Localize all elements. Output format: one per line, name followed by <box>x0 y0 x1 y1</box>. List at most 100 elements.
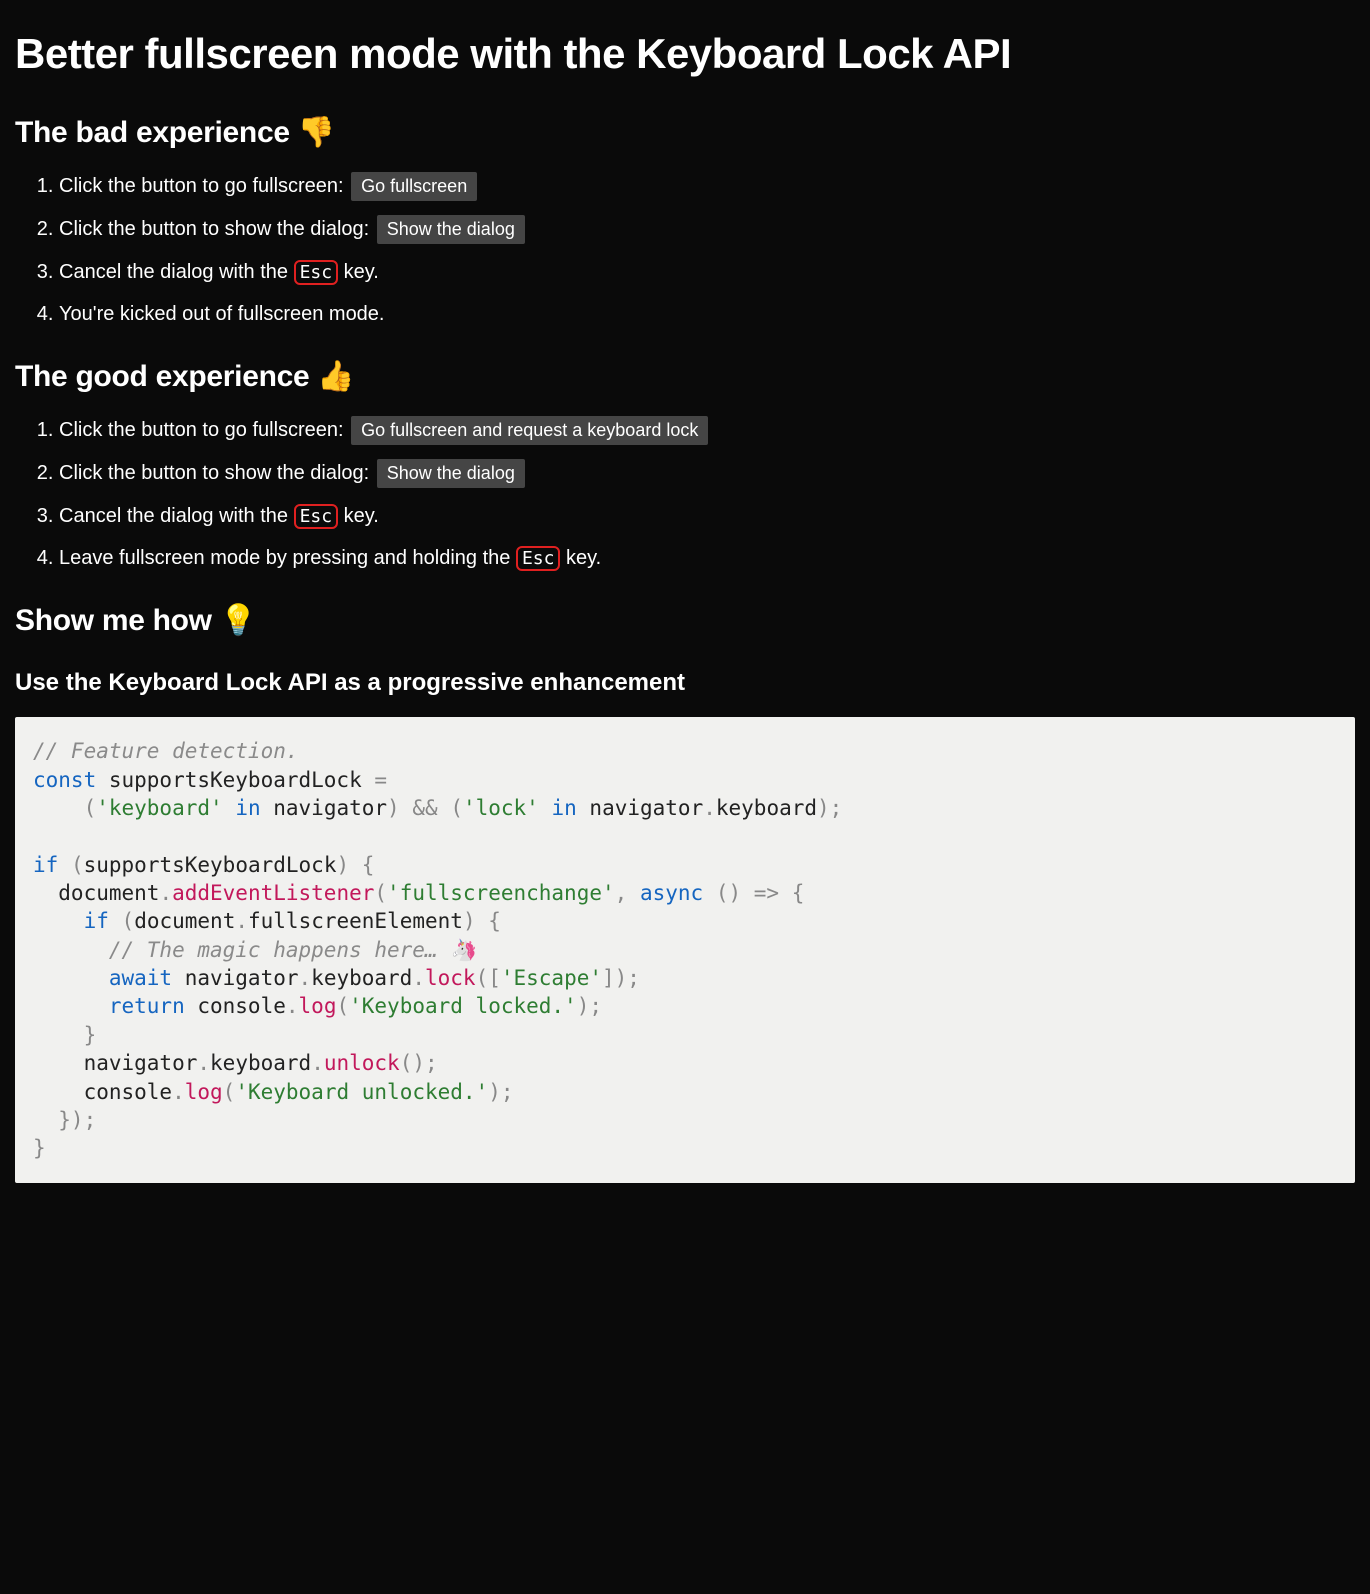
code-token: () <box>716 881 741 905</box>
code-token: 'fullscreenchange' <box>387 881 615 905</box>
show-dialog-button[interactable]: Show the dialog <box>377 459 525 488</box>
go-fullscreen-button[interactable]: Go fullscreen <box>351 172 477 201</box>
list-item: Click the button to show the dialog: Sho… <box>59 459 1355 488</box>
code-token: ( <box>122 909 135 933</box>
code-token: unlock <box>324 1051 400 1075</box>
code-token: ( <box>374 881 387 905</box>
code-comment: // The magic happens here… 🦄 <box>33 938 476 962</box>
bad-experience-heading: The bad experience 👎 <box>15 112 1355 154</box>
code-token: . <box>703 796 716 820</box>
code-token: . <box>172 1080 185 1104</box>
code-token: 'Keyboard locked.' <box>349 994 577 1018</box>
code-token: 'Escape' <box>501 966 602 990</box>
list-item: You're kicked out of fullscreen mode. <box>59 300 1355 328</box>
code-token: }); <box>33 1108 96 1132</box>
code-token <box>33 994 109 1018</box>
code-token <box>109 909 122 933</box>
code-token <box>627 881 640 905</box>
show-dialog-button[interactable]: Show the dialog <box>377 215 525 244</box>
code-token: const <box>33 768 96 792</box>
code-token: ( <box>71 853 84 877</box>
code-token: && <box>412 796 437 820</box>
code-token: keyboard <box>311 966 412 990</box>
code-token: navigator <box>261 796 387 820</box>
code-token: ); <box>488 1080 513 1104</box>
code-token: lock <box>425 966 476 990</box>
code-token: in <box>551 796 576 820</box>
step-text: Cancel the dialog with the <box>59 505 294 527</box>
code-token <box>539 796 552 820</box>
code-token: => <box>754 881 779 905</box>
list-item: Leave fullscreen mode by pressing and ho… <box>59 544 1355 572</box>
list-item: Cancel the dialog with the Esc key. <box>59 502 1355 530</box>
code-token: in <box>235 796 260 820</box>
code-token: console <box>185 994 286 1018</box>
code-block: // Feature detection. const supportsKeyb… <box>15 717 1355 1182</box>
code-token: await <box>109 966 172 990</box>
list-item: Cancel the dialog with the Esc key. <box>59 258 1355 286</box>
go-fullscreen-lock-button[interactable]: Go fullscreen and request a keyboard loc… <box>351 416 708 445</box>
code-token: log <box>299 994 337 1018</box>
esc-key: Esc <box>294 504 339 529</box>
code-token <box>703 881 716 905</box>
code-token: { <box>779 881 804 905</box>
code-token: 'lock' <box>463 796 539 820</box>
step-text: Click the button to go fullscreen: <box>59 419 349 441</box>
code-token: async <box>640 881 703 905</box>
code-token <box>438 796 451 820</box>
step-text: Click the button to show the dialog: <box>59 218 375 240</box>
good-experience-steps: Click the button to go fullscreen: Go fu… <box>15 416 1355 572</box>
code-token: document <box>134 909 235 933</box>
good-experience-heading: The good experience 👍 <box>15 356 1355 398</box>
step-text: Click the button to go fullscreen: <box>59 175 349 197</box>
code-token: navigator <box>172 966 298 990</box>
code-token: keyboard <box>716 796 817 820</box>
code-token: document <box>33 881 159 905</box>
code-token: . <box>235 909 248 933</box>
code-token: keyboard <box>210 1051 311 1075</box>
code-token: } <box>33 1023 96 1047</box>
step-text: Click the button to show the dialog: <box>59 462 375 484</box>
code-token: } <box>33 1136 46 1160</box>
page-title: Better fullscreen mode with the Keyboard… <box>15 25 1355 84</box>
code-token: (); <box>400 1051 438 1075</box>
step-text: key. <box>560 547 601 569</box>
code-token: log <box>185 1080 223 1104</box>
code-token: ) <box>463 909 476 933</box>
esc-key: Esc <box>516 546 561 571</box>
step-text: Leave fullscreen mode by pressing and ho… <box>59 547 516 569</box>
code-token: { <box>476 909 501 933</box>
code-token <box>741 881 754 905</box>
code-token: supportsKeyboardLock <box>96 768 374 792</box>
code-token: navigator <box>577 796 703 820</box>
step-text: key. <box>338 505 379 527</box>
code-token <box>223 796 236 820</box>
code-comment: // Feature detection. <box>33 739 299 763</box>
code-token: ); <box>577 994 602 1018</box>
code-token: ) <box>336 853 349 877</box>
code-token: ) <box>387 796 400 820</box>
code-token: . <box>299 966 312 990</box>
code-token <box>58 853 71 877</box>
show-me-how-heading: Show me how 💡 <box>15 600 1355 642</box>
step-text: key. <box>338 261 379 283</box>
code-token: fullscreenElement <box>248 909 463 933</box>
code-token: navigator <box>33 1051 197 1075</box>
code-token: ]); <box>602 966 640 990</box>
code-token: if <box>84 909 109 933</box>
list-item: Click the button to go fullscreen: Go fu… <box>59 416 1355 445</box>
subheading: Use the Keyboard Lock API as a progressi… <box>15 666 1355 700</box>
code-token: . <box>311 1051 324 1075</box>
code-token: ); <box>817 796 842 820</box>
code-token: console <box>33 1080 172 1104</box>
code-token: addEventListener <box>172 881 374 905</box>
code-token: . <box>159 881 172 905</box>
code-token <box>33 909 84 933</box>
bad-experience-steps: Click the button to go fullscreen: Go fu… <box>15 172 1355 328</box>
code-token: = <box>374 768 387 792</box>
code-token: ( <box>450 796 463 820</box>
code-token: 'keyboard' <box>96 796 222 820</box>
code-token: ( <box>223 1080 236 1104</box>
code-token <box>400 796 413 820</box>
code-token: . <box>286 994 299 1018</box>
